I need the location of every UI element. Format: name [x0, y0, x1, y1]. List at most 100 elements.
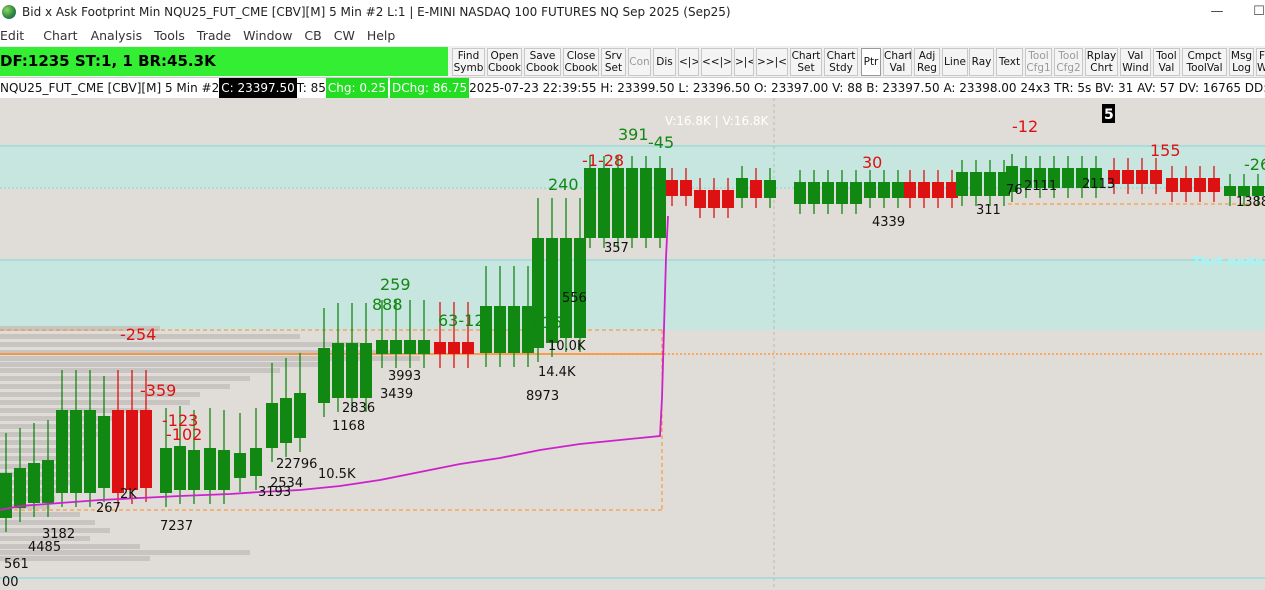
- toolbar-button-chart-set[interactable]: Chart Set: [790, 48, 822, 76]
- toolbar-button-label: >>|<<: [757, 56, 787, 68]
- toolbar-button-ray[interactable]: Ray: [969, 48, 994, 76]
- toolbar-button-save-cbook[interactable]: Save Cbook: [524, 48, 561, 76]
- toolbar-button-label: Tool: [1058, 50, 1079, 62]
- info-change: Chg: 0.25: [325, 78, 389, 98]
- toolbar-button--[interactable]: <|>: [678, 48, 699, 76]
- volume-label: 2K: [120, 487, 137, 502]
- toolbar-button-cmpct-toolval[interactable]: Cmpct ToolVal: [1182, 48, 1227, 76]
- toolbar-button-con[interactable]: Con: [628, 48, 651, 76]
- toolbar-button-text[interactable]: Text: [996, 48, 1023, 76]
- menu-help[interactable]: Help: [362, 28, 403, 43]
- info-close-price: C: 23397.50: [219, 78, 297, 98]
- up-footprint-candle: [294, 393, 306, 438]
- toolbar-button-line[interactable]: Line: [942, 48, 968, 76]
- toolbar-button--[interactable]: >|<: [734, 48, 754, 76]
- toolbar-button-open-cbook[interactable]: Open Cbook: [487, 48, 522, 76]
- up-footprint-candle: [404, 340, 416, 354]
- toolbar-button-label: Adj: [918, 50, 936, 62]
- up-footprint-candle: [234, 453, 246, 478]
- toolbar-button-label: Reg: [917, 62, 937, 74]
- delta-negative-label: -254: [120, 325, 156, 344]
- up-footprint-candle: [332, 343, 344, 398]
- menu-edit[interactable]: Edit: [0, 28, 31, 43]
- toolbar-button-tool-cfg1[interactable]: Tool Cfg1: [1025, 48, 1052, 76]
- volume-label: 556: [562, 291, 587, 306]
- up-footprint-candle: [864, 182, 876, 198]
- volume-label: 561: [4, 557, 29, 572]
- down-footprint-candle: [750, 180, 762, 198]
- menu-cw[interactable]: CW: [329, 28, 362, 43]
- up-footprint-candle: [28, 463, 40, 503]
- menu-tools[interactable]: Tools: [149, 28, 192, 43]
- toolbar-button-label: Line: [944, 56, 966, 68]
- menu-analysis[interactable]: Analysis: [85, 28, 150, 43]
- window-title: Bid x Ask Footprint Min NQU25_FUT_CME [C…: [22, 5, 731, 19]
- toolbar-button-chart-val[interactable]: Chart Val: [883, 48, 912, 76]
- up-footprint-candle: [612, 168, 624, 238]
- up-footprint-candle: [42, 460, 54, 503]
- toolbar-button-tool-cfg2[interactable]: Tool Cfg2: [1054, 48, 1083, 76]
- menu-window[interactable]: Window: [238, 28, 299, 43]
- menu-trade[interactable]: Trade: [192, 28, 238, 43]
- up-footprint-candle: [970, 172, 982, 196]
- bar-counter-text: 5: [1104, 107, 1114, 123]
- toolbar-button-label: Cbook: [526, 62, 559, 74]
- up-footprint-candle: [218, 450, 230, 490]
- down-footprint-candle: [1136, 170, 1148, 184]
- down-footprint-candle: [1166, 178, 1178, 192]
- down-footprint-candle: [694, 190, 706, 208]
- toolbar-button-val-wind[interactable]: Val Wind: [1120, 48, 1151, 76]
- toolbar-button-ptr[interactable]: Ptr: [861, 48, 881, 76]
- chart-info-line: NQU25_FUT_CME [CBV][M] 5 Min #2 C: 23397…: [0, 78, 1265, 98]
- down-footprint-candle: [1150, 170, 1162, 184]
- toolbar-button-f-w[interactable]: FW: [1256, 48, 1265, 76]
- toolbar-button-find-symb[interactable]: Find Symb: [452, 48, 485, 76]
- down-footprint-candle: [434, 342, 446, 354]
- toolbar-button-chart-stdy[interactable]: Chart Stdy: [824, 48, 858, 76]
- footprint-chart-svg[interactable]: -254-359-123-102-12-1-28 3015525988863-12…: [0, 98, 1265, 590]
- up-footprint-candle: [0, 473, 12, 518]
- toolbar-button-label: Text: [998, 56, 1021, 68]
- toolbar-button--[interactable]: >>|<<: [756, 48, 788, 76]
- up-footprint-candle: [892, 182, 904, 198]
- toolbar-button--[interactable]: <<|>>: [701, 48, 732, 76]
- menu-chart[interactable]: Chart: [31, 28, 84, 43]
- down-footprint-candle: [1180, 178, 1192, 192]
- up-footprint-candle: [794, 182, 806, 204]
- volume-label: 3439: [380, 387, 413, 402]
- footprint-chart[interactable]: -254 -359 -123 -102 -12 -1-28 30 155 259 888 63-12…: [0, 98, 1265, 590]
- toolbar-button-label: Cfg1: [1026, 62, 1051, 74]
- up-footprint-candle: [836, 182, 848, 204]
- maximize-button[interactable]: ☐: [1244, 2, 1265, 22]
- toolbar-button-adj-reg[interactable]: Adj Reg: [914, 48, 940, 76]
- toolbar-button-msg-log[interactable]: Msg Log: [1229, 48, 1254, 76]
- toolbar-button-tool-val[interactable]: Tool Val: [1153, 48, 1180, 76]
- delta-positive-label: 240: [548, 175, 579, 194]
- volume-label: 1388: [1236, 195, 1265, 210]
- up-footprint-candle: [250, 448, 262, 476]
- up-footprint-candle: [376, 340, 388, 354]
- toolbar-button-label: Close: [566, 50, 596, 62]
- toolbar-button-rplay-chrt[interactable]: Rplay Chrt: [1085, 48, 1118, 76]
- volume-label: 76: [1006, 183, 1023, 198]
- toolbar-button-label: Set: [797, 62, 815, 74]
- volume-label: 4485: [28, 540, 61, 555]
- minimize-button[interactable]: —: [1202, 2, 1232, 22]
- down-footprint-candle: [140, 410, 152, 488]
- menu-cb[interactable]: CB: [299, 28, 328, 43]
- toolbar-button-dis[interactable]: Dis: [653, 48, 676, 76]
- toolbar-button-label: Tool: [1028, 50, 1049, 62]
- info-ohlc: 2025-07-23 22:39:55 H: 23399.50 L: 23396…: [469, 81, 1265, 95]
- up-footprint-candle: [280, 398, 292, 443]
- toolbar-button-label: Val: [1158, 62, 1175, 74]
- toolbar-button-label: Wind: [1122, 62, 1149, 74]
- toolbar-button-label: Chart: [826, 50, 856, 62]
- up-footprint-candle: [98, 416, 110, 488]
- volume-profile-bar: [0, 400, 190, 405]
- toolbar-button-label: W: [1257, 62, 1265, 74]
- up-footprint-candle: [984, 172, 996, 196]
- toolbar-button-label: Stdy: [829, 62, 853, 74]
- toolbar-button-srv-set[interactable]: Srv Set: [601, 48, 626, 76]
- toolbar-button-close-cbook[interactable]: Close Cbook: [563, 48, 599, 76]
- down-footprint-candle: [666, 180, 678, 196]
